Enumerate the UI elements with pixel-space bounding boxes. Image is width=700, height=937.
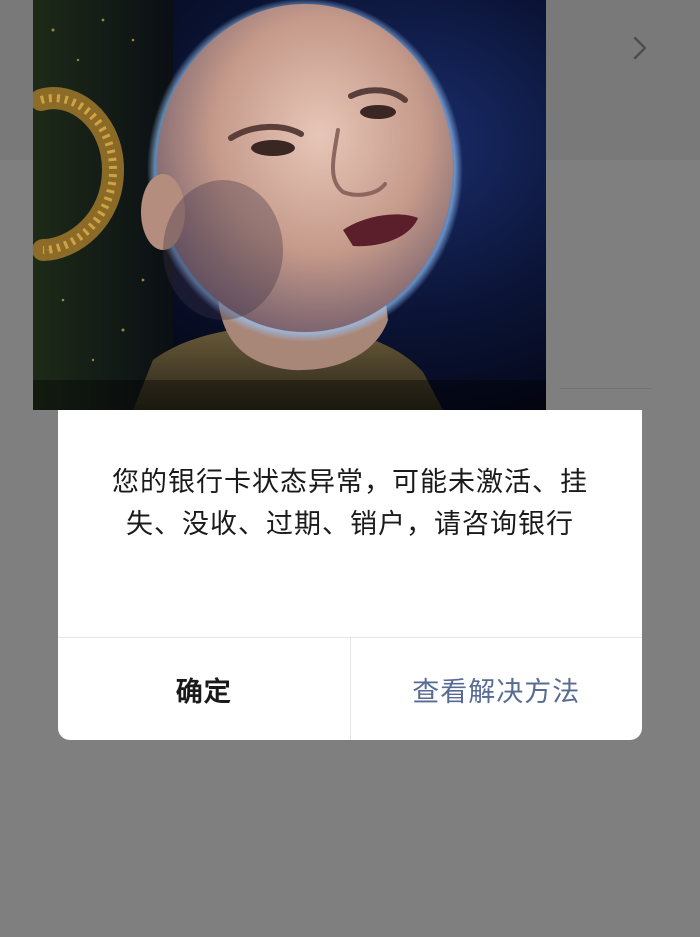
confirm-button[interactable]: 确定	[58, 638, 351, 740]
bald-monk-portrait	[33, 0, 546, 410]
monk-portrait-image	[33, 0, 546, 410]
dialog-actions: 确定 查看解决方法	[58, 637, 642, 740]
view-solution-button[interactable]: 查看解决方法	[351, 638, 643, 740]
dialog-message: 您的银行卡状态异常，可能未激活、挂失、没收、过期、销户，请咨询银行	[112, 467, 588, 540]
bank-card-alert-dialog: 您的银行卡状态异常，可能未激活、挂失、没收、过期、销户，请咨询银行 确定 查看解…	[58, 410, 642, 740]
